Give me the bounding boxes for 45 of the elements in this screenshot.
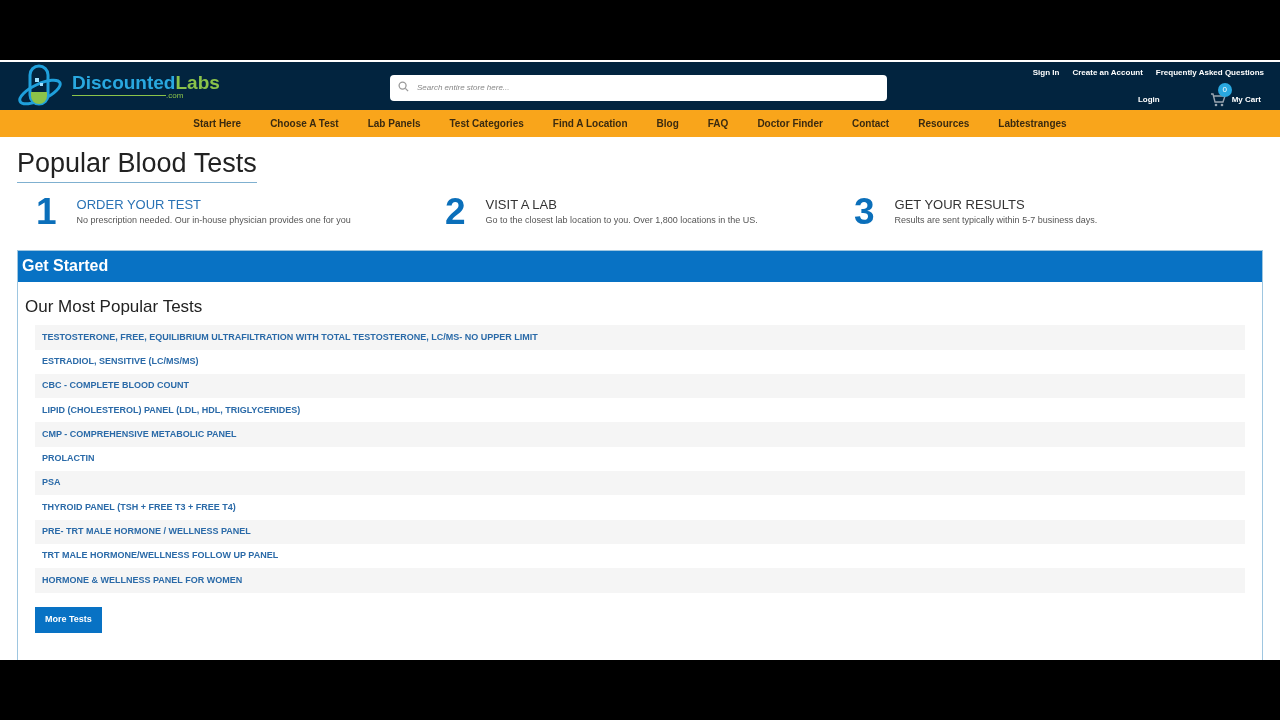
login-link[interactable]: Login	[1137, 94, 1160, 106]
step-description: No prescription needed. Our in-house physician provides one for you	[76, 214, 351, 228]
step-number: 3	[854, 192, 875, 230]
header-link[interactable]: Frequently Asked Questions	[1155, 67, 1264, 79]
panel-header: Get Started	[22, 256, 109, 277]
logo-domain: .com	[166, 91, 184, 100]
search-field[interactable]: Search entire store here...	[390, 74, 887, 101]
nav-link[interactable]: Test Categories	[449, 116, 524, 131]
nav-link[interactable]: Start Here	[193, 116, 242, 131]
nav-link[interactable]: Lab Panels	[367, 116, 421, 131]
cart-link[interactable]: My Cart	[1231, 94, 1261, 106]
test-link[interactable]: THYROID PANEL (TSH + FREE T3 + FREE T4)	[42, 500, 236, 515]
test-link[interactable]: PRE- TRT MALE HORMONE / WELLNESS PANEL	[42, 525, 251, 539]
test-link[interactable]: CBC - COMPLETE BLOOD COUNT	[42, 379, 189, 393]
step-title: GET YOUR RESULTS	[894, 195, 1026, 214]
nav-link[interactable]: Contact	[851, 116, 890, 131]
header-link[interactable]: Sign In	[1032, 67, 1060, 79]
step-title: ORDER YOUR TEST	[76, 195, 203, 214]
more-tests-button[interactable]: More Tests	[35, 606, 102, 633]
test-link[interactable]: HORMONE & WELLNESS PANEL FOR WOMEN	[42, 573, 243, 588]
step-title: VISIT A LAB	[485, 195, 558, 214]
nav-link[interactable]: Blog	[656, 116, 679, 131]
step-number: 2	[445, 192, 466, 230]
step-number: 1	[36, 192, 57, 230]
test-link[interactable]: PSA	[42, 476, 61, 490]
test-link[interactable]: PROLACTIN	[42, 452, 95, 466]
cart-count-badge: 0	[1217, 83, 1232, 97]
nav-link[interactable]: Choose A Test	[270, 116, 339, 131]
test-link[interactable]: TRT MALE HORMONE/WELLNESS FOLLOW UP PANEL	[42, 549, 279, 563]
test-link[interactable]: LIPID (CHOLESTEROL) PANEL (LDL, HDL, TRIGLYCERIDES)	[42, 403, 301, 418]
step-description: Results are sent typically within 5-7 business days.	[894, 214, 1098, 228]
logo-wordmark[interactable]: DiscountedLabs	[72, 72, 220, 92]
step-description: Go to the closest lab location to you. Over 1,800 locations in the US.	[485, 214, 758, 228]
nav-link[interactable]: Find A Location	[552, 116, 628, 131]
section-heading: Our Most Popular Tests	[25, 295, 204, 318]
search-icon	[398, 80, 409, 92]
test-link[interactable]: ESTRADIOL, SENSITIVE (LC/MS/MS)	[42, 354, 199, 369]
header-link[interactable]: Create an Account	[1072, 67, 1143, 79]
cart-icon[interactable]	[1209, 93, 1226, 107]
nav-link[interactable]: FAQ	[707, 116, 729, 131]
nav-link[interactable]: Doctor Finder	[757, 116, 823, 131]
nav-link[interactable]: Labtestranges	[998, 116, 1067, 131]
nav-link[interactable]: Resources	[918, 116, 970, 131]
test-link[interactable]: CMP - COMPREHENSIVE METABOLIC PANEL	[42, 427, 237, 442]
page-title: Popular Blood Tests	[17, 147, 257, 183]
